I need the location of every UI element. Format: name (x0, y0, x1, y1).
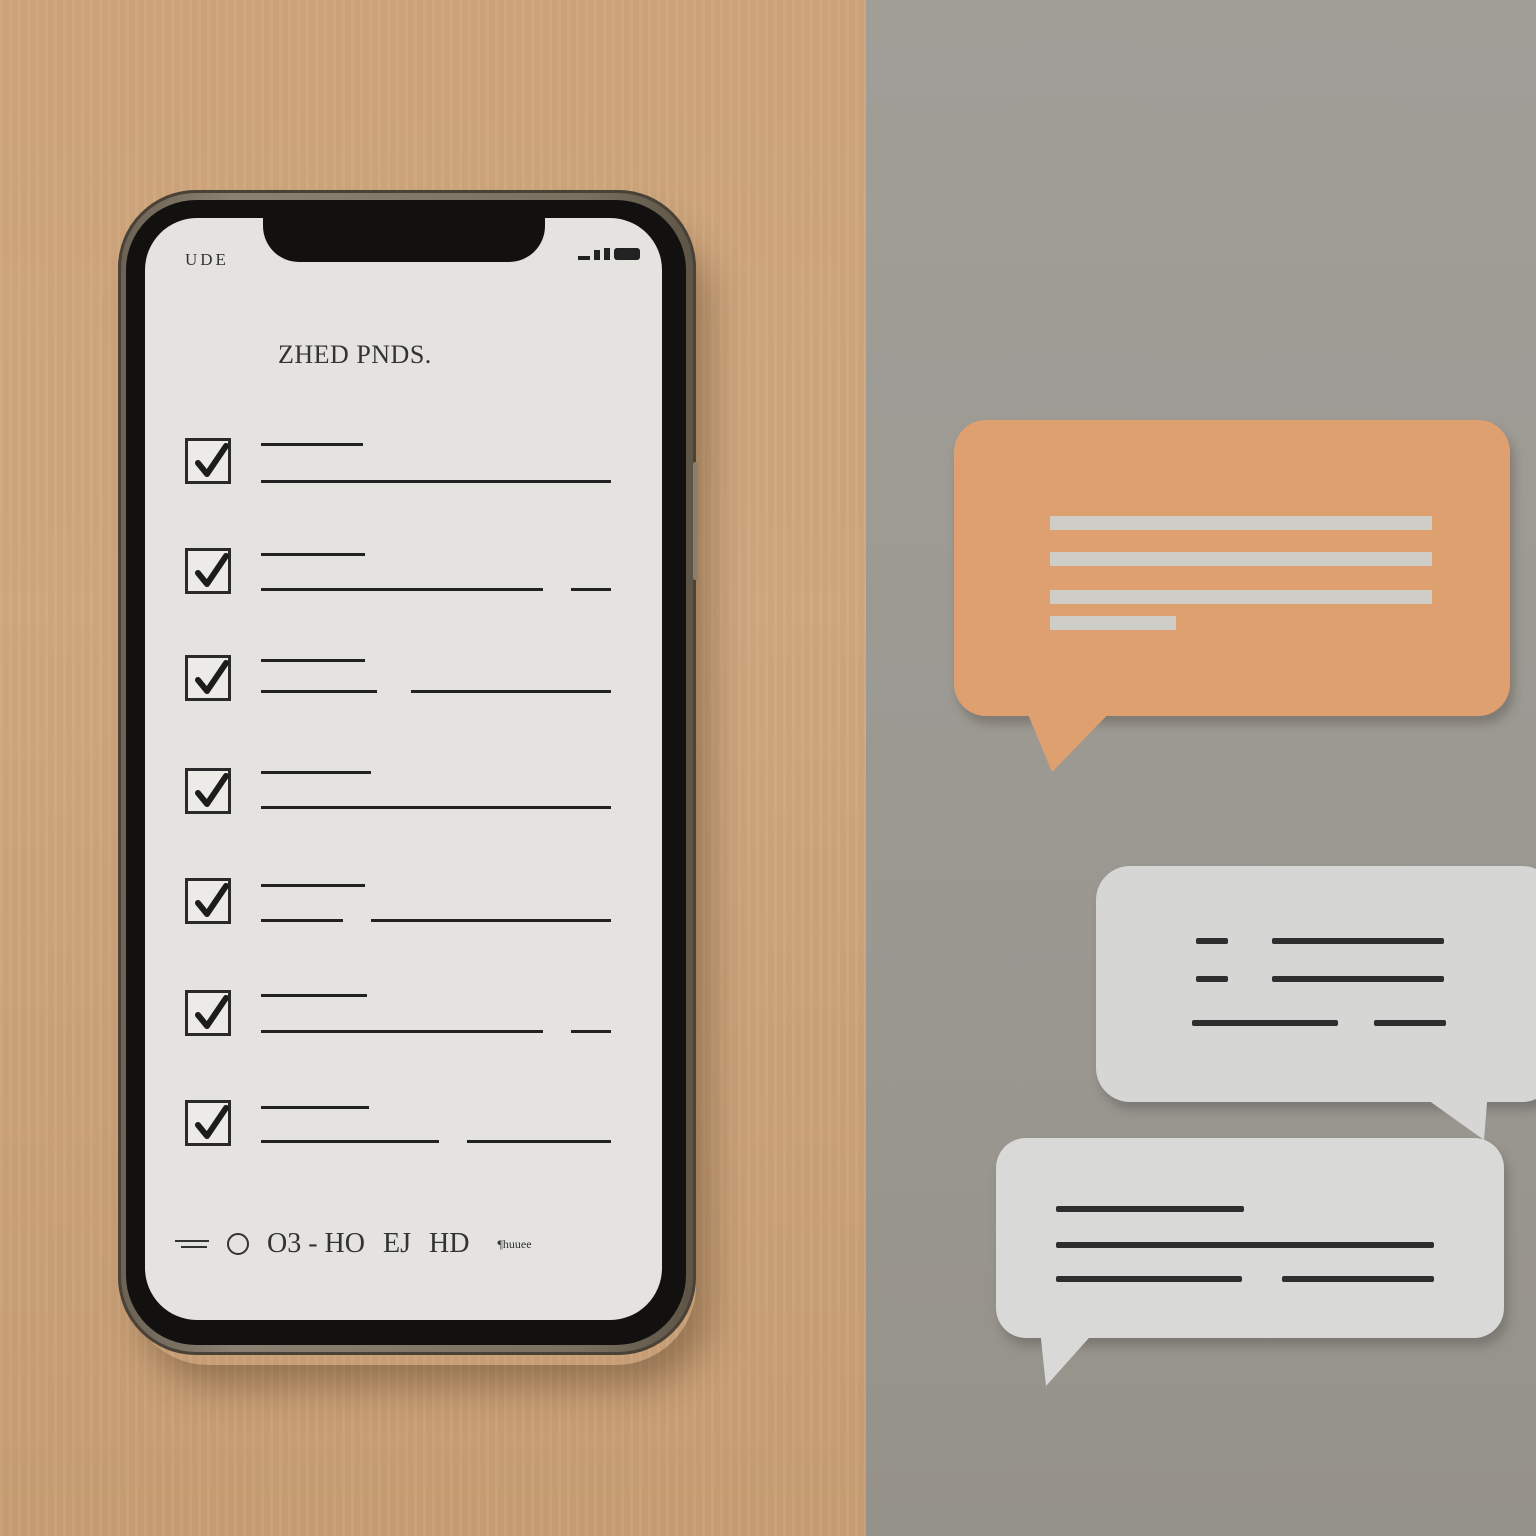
task-detail-line (261, 690, 377, 693)
bubble-text-line (1050, 590, 1432, 604)
bubble-text-line (1056, 1242, 1434, 1248)
task-checkbox[interactable] (185, 655, 231, 701)
task-detail-line (261, 806, 611, 809)
task-title-line (261, 771, 371, 774)
checkmark-icon (195, 553, 229, 587)
menu-icon[interactable] (175, 1237, 209, 1251)
battery-icon (614, 248, 640, 260)
task-detail-line (467, 1140, 611, 1143)
alarm-icon[interactable] (227, 1233, 249, 1255)
task-detail-line (261, 1140, 439, 1143)
grey-speech-bubble-1 (1096, 866, 1536, 1102)
orange-bubble-tail (1022, 700, 1122, 772)
grey-speech-bubble-2 (996, 1138, 1504, 1338)
task-title-line (261, 994, 367, 997)
status-carrier: UDE (185, 250, 229, 269)
grey-bubble-1-tail (1414, 1090, 1488, 1140)
bubble-text-line (1196, 976, 1228, 982)
task-title-line (261, 659, 365, 662)
bubble-text-line (1272, 976, 1444, 982)
task-detail-line (261, 588, 543, 591)
task-detail-line (261, 480, 611, 483)
page-title: ZHED PNDS. (278, 340, 432, 369)
bottom-label-3[interactable]: HD (429, 1228, 469, 1260)
task-detail-line (261, 1030, 543, 1033)
task-item[interactable] (185, 438, 625, 508)
task-item[interactable] (185, 878, 625, 948)
task-title-line (261, 1106, 369, 1109)
grey-bubble-2-tail (1040, 1330, 1096, 1386)
task-checkbox[interactable] (185, 990, 231, 1036)
phone-side-button[interactable] (693, 462, 698, 580)
bottom-toolbar: O3 - HO EJ HD ¶huuee (175, 1228, 635, 1260)
bubble-text-line (1050, 516, 1432, 530)
bottom-label-2[interactable]: EJ (383, 1228, 411, 1260)
bubble-text-line (1272, 938, 1444, 944)
task-detail-line (571, 1030, 611, 1033)
bubble-text-line (1374, 1020, 1446, 1026)
task-checkbox[interactable] (185, 548, 231, 594)
checkmark-icon (195, 1105, 229, 1139)
phone-screen: UDE ZHED PNDS. O3 - HO EJ HD ¶huuee (145, 218, 662, 1320)
task-detail-line (571, 588, 611, 591)
bubble-text-line (1192, 1020, 1338, 1026)
task-title-line (261, 553, 365, 556)
signal-icon (604, 248, 610, 260)
phone-notch (263, 218, 545, 262)
scene: UDE ZHED PNDS. O3 - HO EJ HD ¶huuee (0, 0, 1536, 1536)
bubble-text-line (1056, 1206, 1244, 1212)
status-indicators (578, 248, 640, 260)
task-item[interactable] (185, 990, 625, 1060)
bubble-text-line (1282, 1276, 1434, 1282)
bubble-text-line (1050, 552, 1432, 566)
bubble-text-line (1196, 938, 1228, 944)
checkmark-icon (195, 443, 229, 477)
task-item[interactable] (185, 1100, 625, 1170)
bubble-text-line (1056, 1276, 1242, 1282)
checkmark-icon (195, 773, 229, 807)
task-checkbox[interactable] (185, 438, 231, 484)
checkmark-icon (195, 995, 229, 1029)
task-detail-line (261, 919, 343, 922)
checkmark-icon (195, 883, 229, 917)
bubble-text-line (1050, 616, 1176, 630)
task-item[interactable] (185, 548, 625, 618)
orange-speech-bubble (954, 420, 1510, 716)
task-detail-line (411, 690, 611, 693)
signal-icon (578, 256, 590, 260)
bottom-label-1[interactable]: O3 - HO (267, 1228, 365, 1260)
task-detail-line (371, 919, 611, 922)
bottom-label-4[interactable]: ¶huuee (497, 1237, 531, 1252)
task-item[interactable] (185, 655, 625, 725)
task-checkbox[interactable] (185, 1100, 231, 1146)
task-checkbox[interactable] (185, 768, 231, 814)
task-title-line (261, 884, 365, 887)
checkmark-icon (195, 660, 229, 694)
task-checkbox[interactable] (185, 878, 231, 924)
task-item[interactable] (185, 768, 625, 838)
task-title-line (261, 443, 363, 446)
signal-icon (594, 250, 600, 260)
